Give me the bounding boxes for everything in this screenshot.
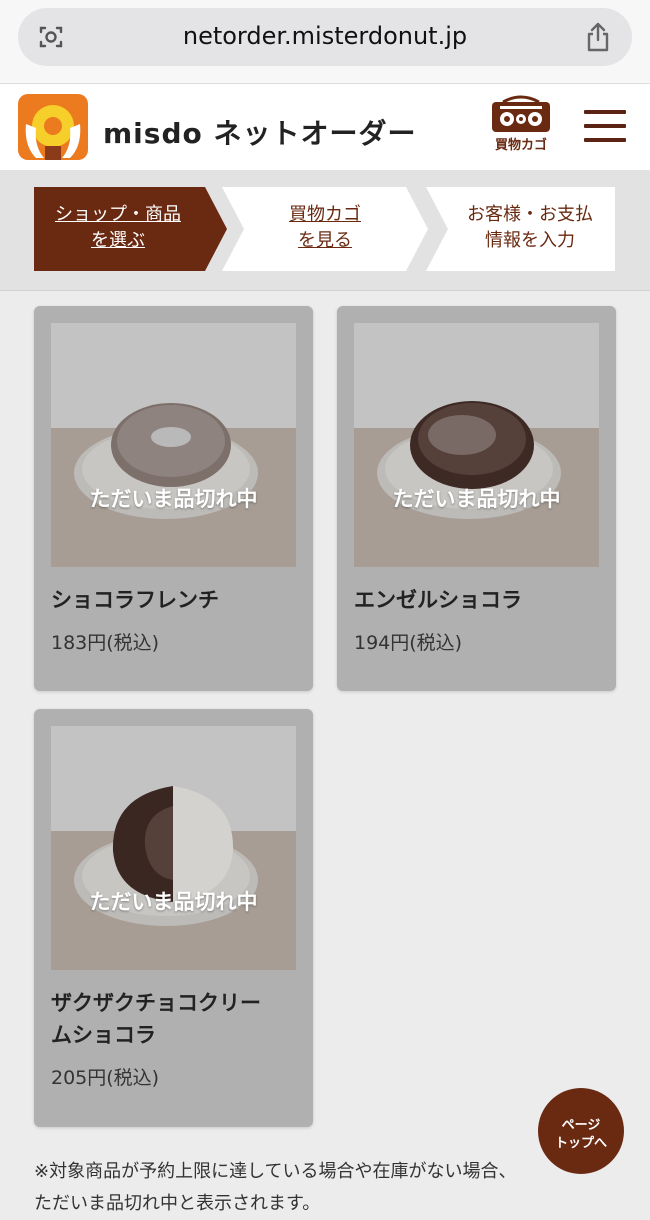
cart-button[interactable]: 買物カゴ <box>488 94 554 158</box>
misdo-logo[interactable] <box>18 94 88 160</box>
product-name: ザクザクチョコクリー ムショコラ <box>51 991 261 1047</box>
step-select-shop[interactable]: ショップ・商品 を選ぶ <box>40 202 196 254</box>
cart-label: 買物カゴ <box>494 138 547 153</box>
product-card[interactable]: ただいま品切れ中 ザクザクチョコクリー ムショコラ 205円(税込) <box>34 709 313 1127</box>
donut-french-image: ただいま品切れ中 <box>51 323 296 567</box>
donut-zakuzaku-image: ただいま品切れ中 <box>51 726 296 970</box>
sold-out-label: ただいま品切れ中 <box>89 487 258 511</box>
product-name: ショコラフレンチ <box>51 588 219 612</box>
product-price: 194円(税込) <box>354 632 463 654</box>
sold-out-note: ※対象商品が予約上限に達している場合や在庫がない場合、 ただいま品切れ中と表示さ… <box>34 1161 517 1214</box>
site-title: misdo ネットオーダー <box>103 117 417 150</box>
donut-angel-image: ただいま品切れ中 <box>354 323 599 567</box>
hamburger-menu-icon[interactable] <box>584 106 626 146</box>
step-view-cart[interactable]: 買物カゴ を見る <box>245 202 405 254</box>
order-steps: ショップ・商品 を選ぶ 買物カゴ を見る お客様・お支払 情報を入力 <box>0 170 650 291</box>
cart-radio-icon <box>492 95 550 132</box>
product-price: 205円(税込) <box>51 1067 160 1089</box>
address-bar[interactable]: netorder.misterdonut.jp <box>18 8 632 66</box>
product-card[interactable]: ただいま品切れ中 ショコラフレンチ 183円(税込) <box>34 306 313 691</box>
product-price: 183円(税込) <box>51 632 160 654</box>
product-name: エンゼルショコラ <box>354 588 522 612</box>
browser-toolbar: netorder.misterdonut.jp <box>0 0 650 84</box>
site-header: misdo ネットオーダー 買物カゴ <box>0 84 650 170</box>
share-icon[interactable] <box>584 21 612 53</box>
step-customer-info: お客様・お支払 情報を入力 <box>467 204 593 251</box>
sold-out-label: ただいま品切れ中 <box>392 487 561 511</box>
url-text[interactable]: netorder.misterdonut.jp <box>18 22 632 50</box>
sold-out-label: ただいま品切れ中 <box>89 890 258 914</box>
product-card[interactable]: ただいま品切れ中 エンゼルショコラ 194円(税込) <box>337 306 616 691</box>
